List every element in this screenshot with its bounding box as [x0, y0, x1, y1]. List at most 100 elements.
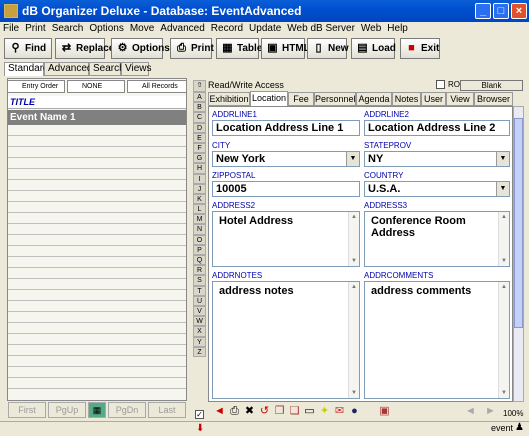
pgdn-button[interactable]: PgDn	[108, 402, 146, 418]
tab-browser[interactable]: Browser	[474, 92, 513, 106]
country-dropdown[interactable]: U.S.A. ▼	[364, 181, 510, 197]
alpha-y[interactable]: Y	[193, 336, 206, 347]
alpha-p[interactable]: P	[193, 244, 206, 255]
menu-advanced[interactable]: Advanced	[157, 22, 207, 35]
tab-standard[interactable]: Standard	[4, 62, 49, 76]
list-column-header[interactable]: TITLE	[8, 96, 186, 109]
alpha-s[interactable]: S	[193, 275, 206, 286]
tab-agenda[interactable]: Agenda	[356, 92, 392, 106]
entry-order-button[interactable]: Entry Order	[7, 80, 65, 93]
city-dropdown[interactable]: New York ▼	[212, 151, 360, 167]
tab-personnel[interactable]: Personnel	[314, 92, 356, 106]
addrline1-field[interactable]: Location Address Line 1	[212, 120, 360, 136]
alpha-e[interactable]: E	[193, 132, 206, 143]
menu-search[interactable]: Search	[49, 22, 87, 35]
chevron-down-icon[interactable]: ▼	[496, 152, 509, 166]
tab-fee[interactable]: Fee	[288, 92, 314, 106]
scrollbar[interactable]: ▲ ▼	[498, 212, 509, 266]
blank-button[interactable]: Blank	[460, 80, 523, 91]
menu-help[interactable]: Help	[384, 22, 411, 35]
alpha-v[interactable]: V	[193, 305, 206, 317]
table-button[interactable]: ▦ Table	[216, 38, 262, 59]
lightbulb-icon[interactable]: ✦	[317, 404, 332, 419]
close-button[interactable]: ×	[511, 3, 527, 19]
menu-print[interactable]: Print	[22, 22, 49, 35]
first-button[interactable]: First	[8, 402, 46, 418]
tab-search[interactable]: Search	[89, 62, 125, 76]
load-button[interactable]: ▤ Load	[351, 38, 396, 59]
last-button[interactable]: Last	[148, 402, 186, 418]
menu-web[interactable]: Web	[358, 22, 384, 35]
alpha-u[interactable]: U	[193, 295, 206, 306]
email-icon[interactable]: ✉	[332, 404, 347, 419]
alpha-m[interactable]: M	[193, 214, 206, 225]
ro-checkbox[interactable]	[436, 80, 445, 89]
menu-move[interactable]: Move	[127, 22, 157, 35]
find-button[interactable]: ⚲ Find	[4, 38, 52, 59]
scrollbar[interactable]: ▲ ▼	[498, 282, 509, 398]
document-icon[interactable]: ▭	[302, 404, 317, 419]
chevron-down-icon[interactable]: ▼	[346, 152, 359, 166]
picture-icon[interactable]: ▣	[377, 404, 392, 419]
copy-icon[interactable]: ❐	[272, 404, 287, 419]
tab-exhibition[interactable]: Exhibition	[208, 92, 250, 106]
minimize-button[interactable]: _	[475, 3, 491, 19]
tab-view[interactable]: View	[446, 92, 474, 106]
mark-checkbox[interactable]: ✓	[195, 410, 204, 419]
alpha-z[interactable]: Z	[193, 346, 206, 357]
options-button[interactable]: ⚙ Options	[111, 38, 170, 59]
chevron-down-icon[interactable]: ▼	[496, 182, 509, 196]
addrline2-field[interactable]: Location Address Line 2	[364, 120, 510, 136]
alpha-c[interactable]: C	[193, 112, 206, 123]
alpha-r[interactable]: R	[193, 265, 206, 276]
trash-icon[interactable]: ✖	[242, 404, 257, 419]
none-sort-button[interactable]: NONE	[67, 80, 125, 93]
tab-advanced[interactable]: Advanced	[44, 62, 92, 76]
menu-record[interactable]: Record	[208, 22, 246, 35]
alpha-i[interactable]: I	[193, 173, 206, 184]
next-icon[interactable]: ►	[483, 404, 498, 419]
printer-icon[interactable]: ⎙	[227, 404, 242, 419]
alpha-x[interactable]: X	[193, 326, 206, 337]
stateprov-dropdown[interactable]: NY ▼	[364, 151, 510, 167]
alpha-l[interactable]: L	[193, 204, 206, 215]
alpha-t[interactable]: T	[193, 285, 206, 296]
alpha-b[interactable]: B	[193, 102, 206, 113]
form-scrollbar-thumb[interactable]	[514, 118, 523, 328]
menu-options[interactable]: Options	[86, 22, 126, 35]
alpha-f[interactable]: F	[193, 142, 206, 154]
html-button[interactable]: ▣ HTML	[261, 38, 310, 59]
back-arrow-icon[interactable]: ◄	[212, 404, 227, 419]
addrcomments-textarea[interactable]: address comments ▲ ▼	[364, 281, 510, 399]
exit-button[interactable]: ■ Exit	[400, 38, 440, 59]
alpha-j[interactable]: J	[193, 183, 206, 194]
replace-button[interactable]: ⇄ Replace	[55, 38, 114, 59]
address2-textarea[interactable]: Hotel Address ▲ ▼	[212, 211, 360, 267]
alpha-n[interactable]: N	[193, 224, 206, 235]
scrollbar[interactable]: ▲ ▼	[348, 282, 359, 398]
prev-icon[interactable]: ◄	[463, 404, 478, 419]
address3-textarea[interactable]: Conference Room Address ▲ ▼	[364, 211, 510, 267]
alpha-q[interactable]: Q	[193, 255, 206, 266]
grid-view-icon[interactable]: ▦	[88, 402, 106, 418]
tab-location[interactable]: Location	[250, 91, 288, 106]
menu-update[interactable]: Update	[246, 22, 284, 35]
addrnotes-textarea[interactable]: address notes ▲ ▼	[212, 281, 360, 399]
alpha-g[interactable]: G	[193, 153, 206, 164]
globe-icon[interactable]: ●	[347, 404, 362, 419]
all-records-button[interactable]: All Records	[127, 80, 187, 93]
print-button[interactable]: ⎙ Print	[170, 38, 214, 59]
zippostal-field[interactable]: 10005	[212, 181, 360, 197]
alpha-up-arrow-icon[interactable]: ⇧	[193, 80, 206, 92]
tab-user[interactable]: User	[421, 92, 446, 106]
undo-icon[interactable]: ↺	[257, 404, 272, 419]
alpha-w[interactable]: W	[193, 316, 206, 327]
alpha-a[interactable]: A	[193, 92, 206, 103]
alpha-o[interactable]: O	[193, 234, 206, 245]
menu-web-db-server[interactable]: Web dB Server	[284, 22, 358, 35]
tab-views[interactable]: Views	[121, 62, 152, 76]
alpha-h[interactable]: H	[193, 163, 206, 174]
alpha-k[interactable]: K	[193, 193, 206, 205]
tab-notes[interactable]: Notes	[392, 92, 421, 106]
alpha-d[interactable]: D	[193, 122, 206, 133]
